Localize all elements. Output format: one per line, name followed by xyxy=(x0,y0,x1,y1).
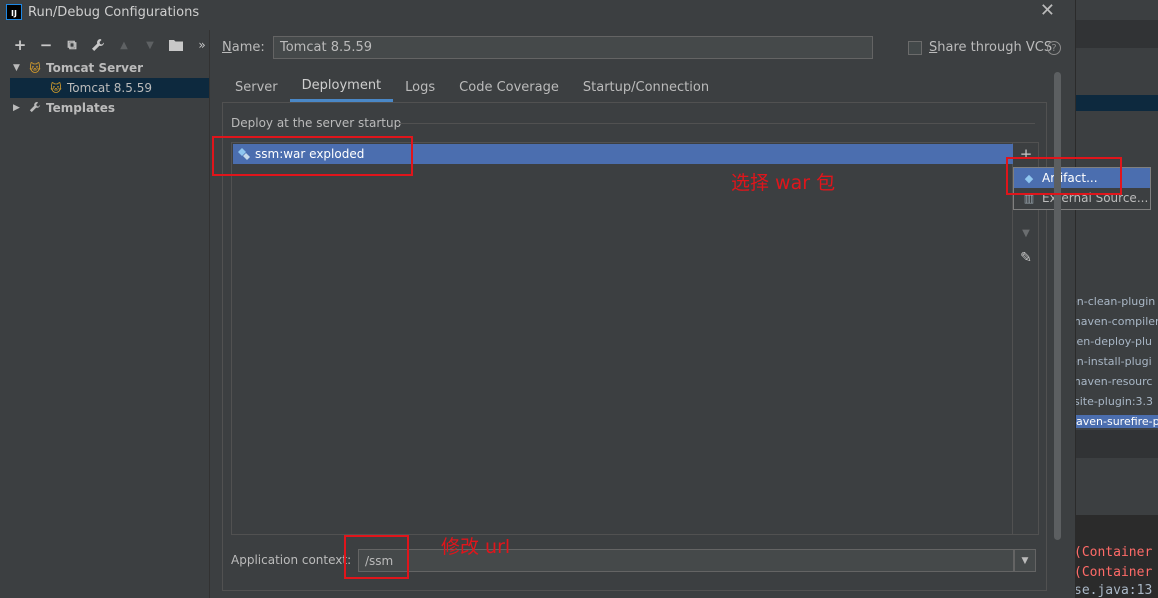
wrench-icon-svg xyxy=(92,39,104,51)
wrench-icon[interactable] xyxy=(90,37,106,53)
pane-divider[interactable] xyxy=(209,30,210,598)
deploy-section-label: Deploy at the server startup xyxy=(231,116,402,130)
maven-plugin-item: ven-deploy-plu xyxy=(1075,335,1153,348)
chevron-down-icon[interactable]: ▼ xyxy=(1014,549,1036,572)
tab-startup-connection[interactable]: Startup/Connection xyxy=(571,72,721,102)
more-icon[interactable]: » xyxy=(194,37,210,53)
tab-server[interactable]: Server xyxy=(223,72,290,102)
share-vcs-label[interactable]: Share through VCS xyxy=(929,40,1052,55)
tree-item-tomcat-8559[interactable]: 🐱 Tomcat 8.5.59 xyxy=(10,78,210,98)
name-label: Name: xyxy=(222,40,265,55)
tomcat-icon: 🐱 xyxy=(29,62,41,75)
move-up-icon[interactable]: ▲ xyxy=(116,37,132,53)
folder-icon-svg xyxy=(169,40,183,51)
move-down-icon[interactable]: ▼ xyxy=(1019,226,1033,240)
tree-item-label: Templates xyxy=(46,101,116,115)
tab-code-coverage[interactable]: Code Coverage xyxy=(447,72,571,102)
tab-deployment[interactable]: Deployment xyxy=(289,72,394,102)
name-input[interactable]: Tomcat 8.5.59 xyxy=(273,36,873,59)
annotation-box-menu xyxy=(1006,157,1122,195)
maven-plugin-item: aven-surefire-p xyxy=(1076,415,1158,428)
console-line: (Container xyxy=(1075,545,1153,560)
background-highlight xyxy=(1076,95,1158,111)
maven-plugin-item: maven-resourc xyxy=(1075,375,1153,388)
scrollbar[interactable] xyxy=(1054,72,1061,540)
title-bar: IJ Run/Debug Configurations ✕ xyxy=(0,0,1075,24)
background-panel xyxy=(1076,430,1158,458)
background-toolbar xyxy=(1076,20,1158,48)
config-tabs: Server Deployment Logs Code Coverage Sta… xyxy=(223,72,721,102)
annotation-box-artifact xyxy=(212,136,413,176)
annotation-box-context xyxy=(344,535,409,579)
move-down-icon[interactable]: ▼ xyxy=(142,37,158,53)
annotation-choose-war: 选择 war 包 xyxy=(731,172,836,194)
add-icon[interactable]: + xyxy=(12,36,28,54)
deploy-list[interactable]: ssm:war exploded xyxy=(231,142,1013,535)
tree-item-label: Tomcat 8.5.59 xyxy=(67,81,152,95)
chevron-down-icon[interactable]: ▼ xyxy=(13,63,27,73)
close-icon[interactable]: ✕ xyxy=(1040,2,1055,20)
app-context-label: Application context: xyxy=(231,553,352,567)
wrench-icon xyxy=(27,101,43,116)
tree-item-templates[interactable]: ▶ Templates xyxy=(10,98,210,118)
maven-plugin-item: maven-compiler xyxy=(1075,315,1158,328)
remove-icon[interactable]: − xyxy=(38,36,54,54)
tree-item-tomcat-server[interactable]: ▼ 🐱 Tomcat Server xyxy=(10,58,210,78)
folder-icon[interactable] xyxy=(168,37,184,53)
config-toolbar: + − ⧉ ▲ ▼ » xyxy=(12,34,210,56)
console-line: se.java:13 xyxy=(1075,583,1153,598)
tomcat-icon: 🐱 xyxy=(50,82,62,95)
copy-icon[interactable]: ⧉ xyxy=(64,37,80,53)
background-console: (Container (Container se.java:13 xyxy=(1076,515,1158,598)
tree-item-label: Tomcat Server xyxy=(46,61,144,75)
help-icon[interactable]: ? xyxy=(1047,41,1061,55)
share-vcs-checkbox[interactable] xyxy=(908,41,922,55)
config-tree: ▼ 🐱 Tomcat Server 🐱 Tomcat 8.5.59 ▶ Temp… xyxy=(10,58,210,118)
window-title: Run/Debug Configurations xyxy=(28,4,200,20)
section-separator xyxy=(398,123,1035,124)
intellij-icon: IJ xyxy=(6,4,22,20)
chevron-right-icon[interactable]: ▶ xyxy=(13,103,27,113)
background-ide: en-clean-plugin maven-compiler ven-deplo… xyxy=(1075,0,1158,598)
tab-logs[interactable]: Logs xyxy=(393,72,447,102)
console-line: (Container xyxy=(1075,565,1153,580)
maven-plugin-item: en-install-plugi xyxy=(1075,355,1152,368)
edit-icon[interactable]: ✎ xyxy=(1019,250,1033,266)
annotation-modify-url: 修改 url xyxy=(441,536,511,558)
run-debug-dialog: IJ Run/Debug Configurations ✕ + − ⧉ ▲ ▼ … xyxy=(0,0,1151,598)
maven-plugin-item: -site-plugin:3.3 xyxy=(1075,395,1154,408)
maven-plugin-item: en-clean-plugin xyxy=(1075,295,1156,308)
